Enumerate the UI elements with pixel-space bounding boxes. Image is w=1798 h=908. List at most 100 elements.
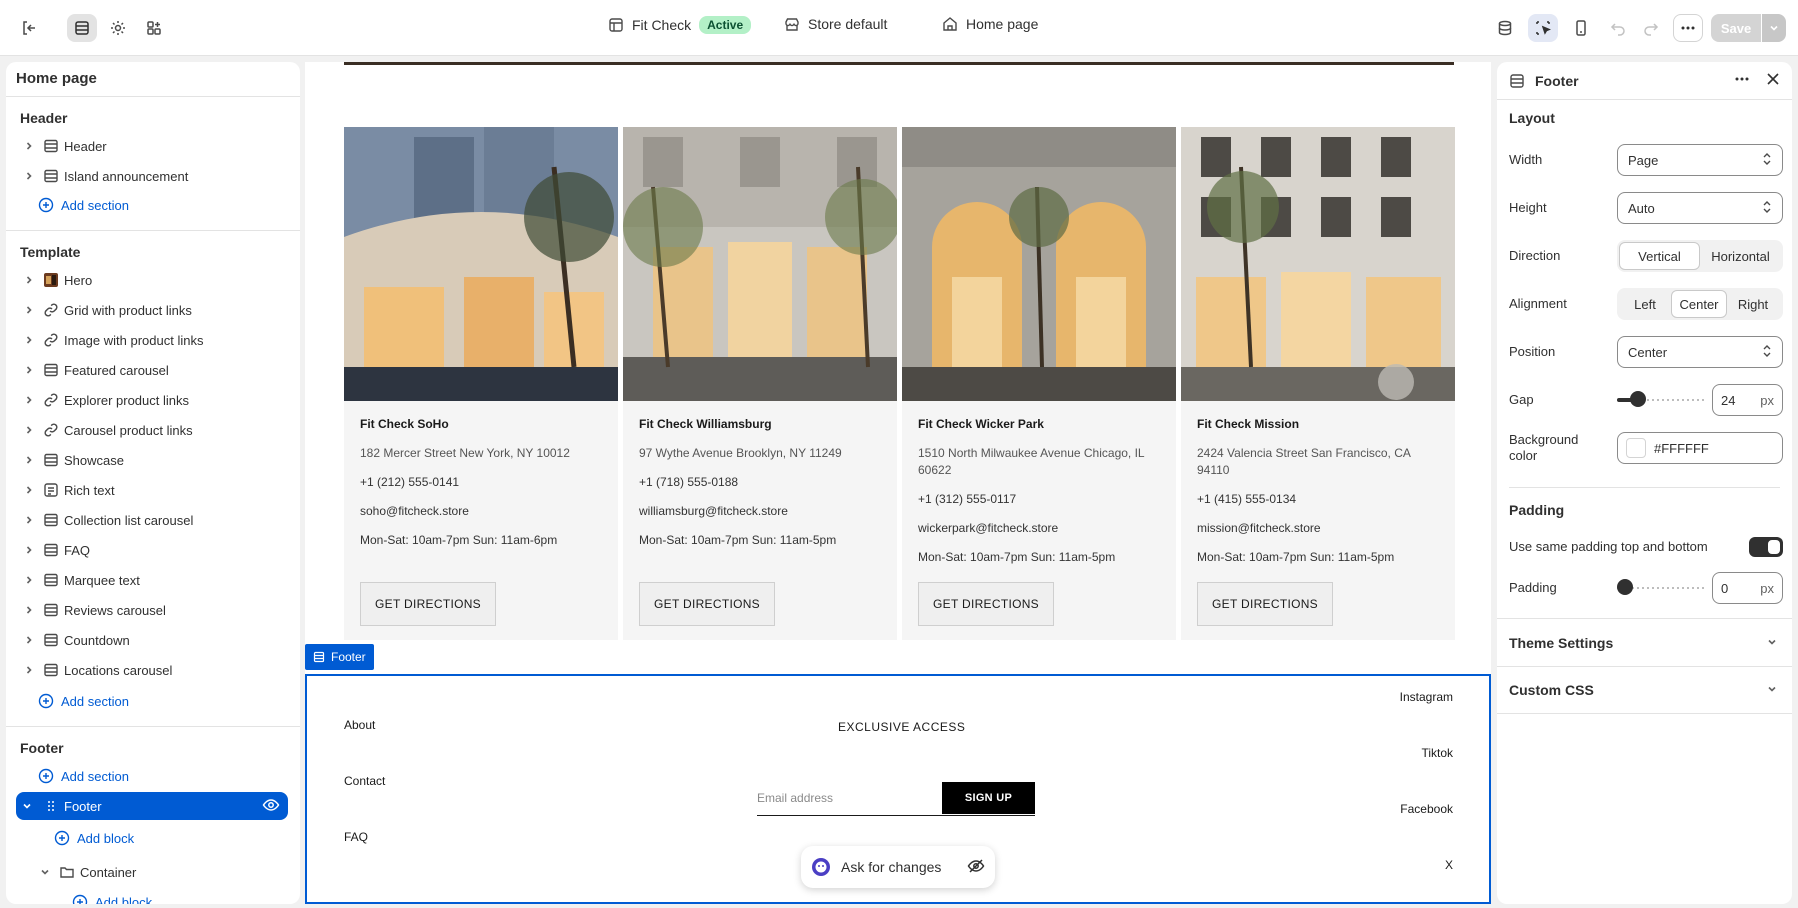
color-swatch[interactable] xyxy=(1626,438,1646,458)
get-directions-button[interactable]: GET DIRECTIONS xyxy=(1197,582,1333,626)
close-icon[interactable] xyxy=(1766,72,1780,89)
ask-for-changes-button[interactable]: Ask for changes xyxy=(801,846,995,888)
chevron-right-icon[interactable] xyxy=(20,574,38,586)
footer-link-contact[interactable]: Contact xyxy=(344,774,385,788)
sidebar-item-footer[interactable]: Footer xyxy=(16,792,288,820)
chevron-right-icon[interactable] xyxy=(20,484,38,496)
gap-input[interactable]: 24 px xyxy=(1712,384,1783,416)
eye-off-icon[interactable] xyxy=(967,857,985,878)
email-input[interactable] xyxy=(757,782,937,814)
chevron-right-icon[interactable] xyxy=(20,274,38,286)
more-actions-icon[interactable] xyxy=(1673,14,1703,42)
redo-icon[interactable] xyxy=(1636,14,1666,42)
store-phone[interactable]: +1 (312) 555-0117 xyxy=(918,491,1164,508)
chevron-right-icon[interactable] xyxy=(20,140,38,152)
database-icon[interactable] xyxy=(1490,14,1520,42)
footer-section-tag[interactable]: Footer xyxy=(305,644,374,670)
same-padding-toggle[interactable] xyxy=(1749,537,1783,557)
theme-settings-section[interactable]: Theme Settings xyxy=(1497,618,1792,666)
sidebar-item-faq[interactable]: FAQ xyxy=(20,536,294,564)
sidebar-item-header[interactable]: Header xyxy=(20,132,294,160)
width-select[interactable]: Page xyxy=(1617,144,1783,176)
footer-link-about[interactable]: About xyxy=(344,718,375,732)
undo-icon[interactable] xyxy=(1603,14,1633,42)
add-section-footer[interactable]: Add section xyxy=(38,768,129,784)
slider-knob[interactable] xyxy=(1630,391,1647,407)
direction-horizontal[interactable]: Horizontal xyxy=(1700,242,1781,270)
sidebar-item-marquee-text[interactable]: Marquee text xyxy=(20,566,294,594)
store-email[interactable]: wickerpark@fitcheck.store xyxy=(918,520,1164,537)
store-phone[interactable]: +1 (212) 555-0141 xyxy=(360,474,606,491)
store-email[interactable]: mission@fitcheck.store xyxy=(1197,520,1443,537)
padding-slider[interactable] xyxy=(1617,579,1705,595)
get-directions-button[interactable]: GET DIRECTIONS xyxy=(639,582,775,626)
gap-slider[interactable] xyxy=(1617,391,1705,407)
background-color-input[interactable]: #FFFFFF xyxy=(1617,432,1783,464)
height-select[interactable]: Auto xyxy=(1617,192,1783,224)
store-email[interactable]: williamsburg@fitcheck.store xyxy=(639,503,885,520)
save-dropdown-icon[interactable] xyxy=(1762,14,1786,42)
sidebar-item-explorer-product-links[interactable]: Explorer product links xyxy=(20,386,294,414)
chevron-down-icon[interactable] xyxy=(16,800,38,812)
sidebar-item-reviews-carousel[interactable]: Reviews carousel xyxy=(20,596,294,624)
sidebar-item-carousel-product-links[interactable]: Carousel product links xyxy=(20,416,294,444)
chevron-right-icon[interactable] xyxy=(20,304,38,316)
footer-link-instagram[interactable]: Instagram xyxy=(1400,690,1453,704)
sidebar-item-image-with-product-links[interactable]: Image with product links xyxy=(20,326,294,354)
direction-vertical[interactable]: Vertical xyxy=(1619,242,1700,270)
footer-link-tiktok[interactable]: Tiktok xyxy=(1421,746,1453,760)
alignment-left[interactable]: Left xyxy=(1619,290,1671,318)
store-phone[interactable]: +1 (718) 555-0188 xyxy=(639,474,885,491)
chevron-right-icon[interactable] xyxy=(20,664,38,676)
slider-knob[interactable] xyxy=(1617,579,1633,595)
save-button[interactable]: Save xyxy=(1711,14,1761,42)
chevron-right-icon[interactable] xyxy=(20,364,38,376)
more-options-icon[interactable] xyxy=(1734,71,1750,90)
footer-link-faq[interactable]: FAQ xyxy=(344,830,368,844)
add-section-header[interactable]: Add section xyxy=(38,197,129,213)
chevron-right-icon[interactable] xyxy=(20,394,38,406)
exit-icon[interactable] xyxy=(14,14,44,42)
drag-handle-icon[interactable] xyxy=(38,799,64,813)
sidebar-item-collection-list-carousel[interactable]: Collection list carousel xyxy=(20,506,294,534)
add-section-template[interactable]: Add section xyxy=(38,693,129,709)
store-phone[interactable]: +1 (415) 555-0134 xyxy=(1197,491,1443,508)
sidebar-item-container[interactable]: Container xyxy=(36,858,294,886)
page-selector[interactable]: Home page xyxy=(942,16,1038,32)
add-block-container[interactable]: Add block xyxy=(72,894,152,904)
chevron-right-icon[interactable] xyxy=(20,544,38,556)
chevron-right-icon[interactable] xyxy=(20,424,38,436)
chevron-down-icon[interactable] xyxy=(36,866,54,878)
sidebar-item-locations-carousel[interactable]: Locations carousel xyxy=(20,656,294,684)
get-directions-button[interactable]: GET DIRECTIONS xyxy=(918,582,1054,626)
add-block-footer[interactable]: Add block xyxy=(54,830,134,846)
eye-icon[interactable] xyxy=(262,796,280,817)
sidebar-item-grid-with-product-links[interactable]: Grid with product links xyxy=(20,296,294,324)
alignment-right[interactable]: Right xyxy=(1727,290,1779,318)
footer-link-facebook[interactable]: Facebook xyxy=(1400,802,1453,816)
sidebar-item-island-announcement[interactable]: Island announcement xyxy=(20,162,294,190)
inspector-icon[interactable] xyxy=(1528,14,1558,42)
alignment-center[interactable]: Center xyxy=(1671,290,1727,318)
apps-icon[interactable] xyxy=(139,14,169,42)
chevron-right-icon[interactable] xyxy=(20,454,38,466)
padding-input[interactable]: 0 px xyxy=(1712,572,1783,604)
position-select[interactable]: Center xyxy=(1617,336,1783,368)
chevron-right-icon[interactable] xyxy=(20,604,38,616)
sections-icon[interactable] xyxy=(67,14,97,42)
chevron-right-icon[interactable] xyxy=(20,334,38,346)
chevron-right-icon[interactable] xyxy=(20,634,38,646)
store-email[interactable]: soho@fitcheck.store xyxy=(360,503,606,520)
sidebar-item-hero[interactable]: Hero xyxy=(20,266,294,294)
footer-link-x[interactable]: X xyxy=(1445,858,1453,872)
theme-selector[interactable]: Fit Check Active xyxy=(608,16,752,34)
mobile-icon[interactable] xyxy=(1566,14,1596,42)
store-selector[interactable]: Store default xyxy=(784,16,887,32)
sidebar-item-featured-carousel[interactable]: Featured carousel xyxy=(20,356,294,384)
chevron-right-icon[interactable] xyxy=(20,170,38,182)
sign-up-button[interactable]: SIGN UP xyxy=(942,782,1035,814)
chevron-right-icon[interactable] xyxy=(20,514,38,526)
sidebar-item-showcase[interactable]: Showcase xyxy=(20,446,294,474)
gear-icon[interactable] xyxy=(103,14,133,42)
custom-css-section[interactable]: Custom CSS xyxy=(1497,666,1792,714)
